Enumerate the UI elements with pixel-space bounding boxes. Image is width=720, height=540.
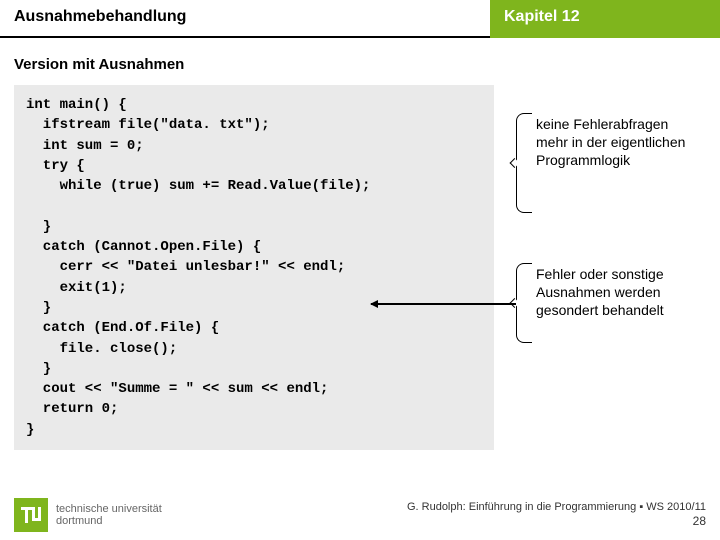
uni-line2: dortmund: [56, 515, 162, 527]
brace-icon: [516, 263, 532, 343]
credit-line: G. Rudolph: Einführung in die Programmie…: [407, 500, 706, 514]
logo-text: technische universität dortmund: [56, 503, 162, 527]
content-area: int main() { ifstream file("data. txt");…: [0, 85, 720, 450]
header-title-left: Ausnahmebehandlung: [0, 0, 490, 38]
code-block: int main() { ifstream file("data. txt");…: [14, 85, 494, 450]
uni-line1: technische universität: [56, 503, 162, 515]
note-1: keine Fehlerabfragen mehr in der eigentl…: [536, 115, 696, 170]
header: Ausnahmebehandlung Kapitel 12: [0, 0, 720, 38]
section-title: Version mit Ausnahmen: [0, 38, 720, 85]
logo-area: technische universität dortmund: [14, 498, 162, 532]
page-number: 28: [407, 514, 706, 530]
footer-right: G. Rudolph: Einführung in die Programmie…: [407, 500, 706, 530]
note-2: Fehler oder sonstige Ausnahmen werden ge…: [536, 265, 706, 320]
arrow-icon: [371, 303, 516, 305]
footer: technische universität dortmund G. Rudol…: [0, 490, 720, 540]
tu-logo-icon: [14, 498, 48, 532]
brace-icon: [516, 113, 532, 213]
header-title-right: Kapitel 12: [490, 0, 720, 38]
